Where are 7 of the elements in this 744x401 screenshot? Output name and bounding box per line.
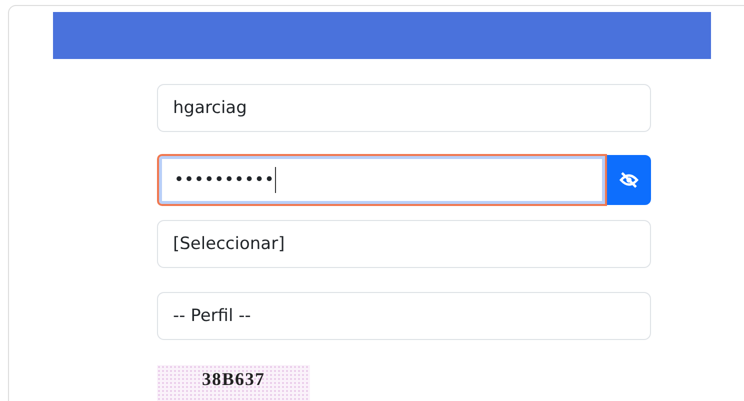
captcha-image: 38B637 bbox=[157, 365, 310, 401]
select-dropdown[interactable]: [Seleccionar] bbox=[157, 220, 651, 268]
password-field[interactable]: •••••••••• bbox=[157, 154, 607, 206]
profile-dropdown[interactable]: -- Perfil -- bbox=[157, 292, 651, 340]
toggle-visibility-button[interactable] bbox=[607, 155, 651, 205]
username-field[interactable]: hgarciag bbox=[157, 84, 651, 132]
eye-slash-icon bbox=[619, 172, 639, 188]
